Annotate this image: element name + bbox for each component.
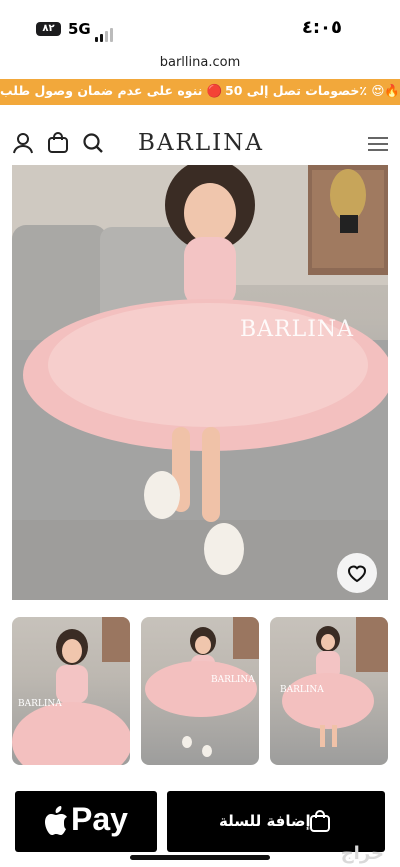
network-label: 5G (68, 20, 91, 38)
battery-indicator: ٨٢ (36, 22, 61, 36)
promo-text-left: 🔴 ننوه على عدم ضمان وصول طلب (0, 83, 223, 98)
url-bar[interactable]: barllina.com (0, 55, 400, 70)
favorite-button[interactable] (337, 553, 377, 593)
image-watermark: BARLINA (240, 317, 355, 342)
signal-icon (95, 23, 115, 42)
account-icon[interactable] (12, 132, 34, 154)
add-to-cart-label: إضافة للسلة (219, 812, 311, 830)
status-bar: ٤:٠٥ ٨٢ 5G (0, 0, 400, 50)
promo-text-right: خصومات تصل إلى 50٪ 😍🔥 (225, 83, 400, 98)
bag-icon[interactable] (47, 131, 69, 154)
product-main-image[interactable]: BARLINA (12, 165, 388, 600)
thumbnail-watermark: BARLINA (211, 675, 255, 685)
product-thumbnail-3[interactable]: BARLINA (270, 617, 388, 765)
product-thumbnail-1[interactable]: BARLINA (12, 617, 130, 765)
product-thumbnail-2[interactable]: BARLINA (141, 617, 259, 765)
home-indicator[interactable] (130, 855, 270, 860)
thumbnail-watermark: BARLINA (18, 699, 62, 709)
thumbnail-photo (12, 617, 130, 765)
thumbnail-photo (145, 617, 259, 757)
search-icon[interactable] (82, 132, 104, 154)
status-time: ٤:٠٥ (301, 17, 342, 38)
promo-banner: 🔴 ننوه على عدم ضمان وصول طلب خصومات تصل … (0, 79, 400, 105)
site-watermark: حراج (340, 843, 384, 864)
product-photo (12, 165, 388, 600)
menu-icon[interactable] (368, 136, 388, 152)
shopping-bag-icon (310, 810, 330, 832)
heart-icon (347, 565, 367, 583)
brand-logo[interactable]: BARLINA (138, 130, 264, 156)
thumbnail-watermark: BARLINA (280, 685, 324, 695)
apple-pay-label: Pay (71, 801, 128, 837)
apple-pay-button[interactable]: Pay (15, 791, 157, 852)
apple-logo-icon (45, 806, 67, 835)
site-header: BARLINA (0, 118, 400, 168)
